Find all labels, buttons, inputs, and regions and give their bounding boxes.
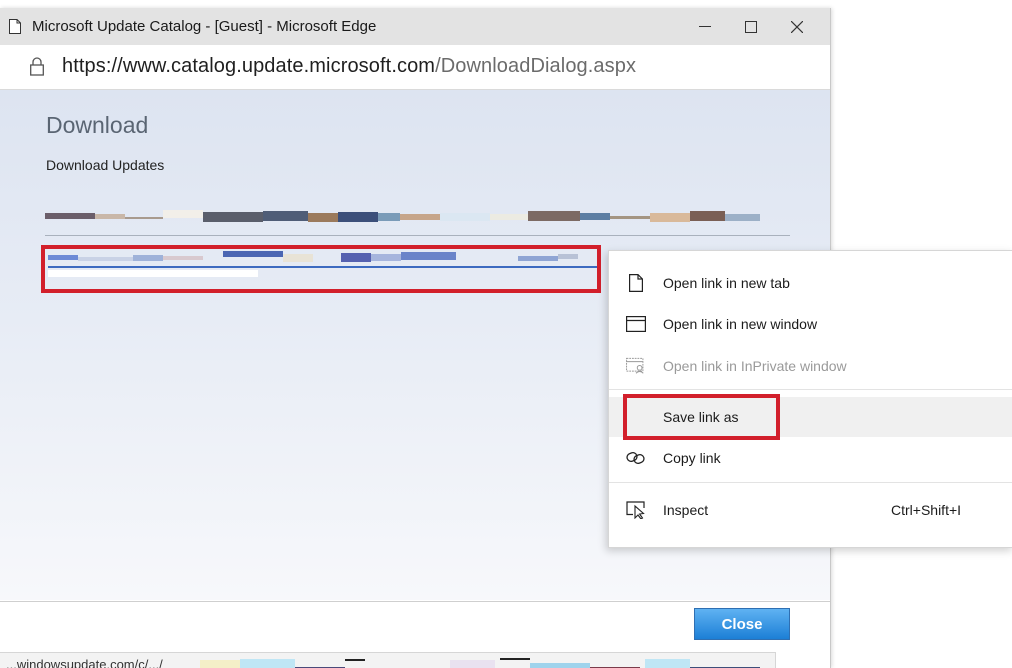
close-icon [791, 20, 803, 33]
menu-item-open-inprivate: Open link in InPrivate window [609, 346, 1012, 386]
close-window-button[interactable] [774, 8, 820, 45]
redacted-status-url [200, 658, 760, 668]
url-host: https://www.catalog.update.microsoft.com [62, 55, 436, 77]
url-text[interactable]: https://www.catalog.update.microsoft.com… [62, 55, 636, 78]
menu-label: Open link in new window [663, 316, 818, 332]
menu-shortcut: Ctrl+Shift+I [891, 502, 962, 518]
new-tab-icon [626, 273, 646, 293]
title-bar: Microsoft Update Catalog - [Guest] - Mic… [0, 8, 830, 45]
maximize-button[interactable] [728, 8, 774, 45]
redacted-update-title [45, 210, 760, 222]
page-icon [9, 19, 21, 34]
window-title: Microsoft Update Catalog - [Guest] - Mic… [32, 18, 377, 35]
menu-item-inspect[interactable]: Inspect Ctrl+Shift+I [609, 490, 1012, 530]
save-link-highlight-box [623, 394, 780, 440]
divider [45, 235, 790, 236]
link-icon [626, 448, 646, 468]
dialog-footer-divider [0, 601, 830, 602]
new-window-icon [626, 314, 646, 334]
address-bar[interactable]: https://www.catalog.update.microsoft.com… [0, 45, 830, 90]
dialog-title: Download [46, 112, 149, 138]
menu-separator [609, 482, 1012, 483]
minimize-icon [699, 25, 711, 27]
status-url: ...windowsupdate.com/c/.../ [6, 657, 163, 668]
link-highlight-box [41, 245, 601, 293]
screenshot: Microsoft Update Catalog - [Guest] - Mic… [0, 0, 1012, 668]
menu-item-open-new-window[interactable]: Open link in new window [609, 304, 1012, 344]
inprivate-window-icon [626, 356, 646, 376]
inspect-icon [626, 500, 646, 520]
menu-label: Copy link [663, 450, 721, 466]
lock-icon [30, 57, 44, 76]
close-button[interactable]: Close [694, 608, 790, 640]
menu-item-open-new-tab[interactable]: Open link in new tab [609, 263, 1012, 303]
menu-label: Inspect [663, 502, 709, 518]
menu-label: Open link in InPrivate window [663, 358, 847, 374]
menu-separator [609, 389, 1012, 390]
status-bar: ...windowsupdate.com/c/.../ [0, 652, 776, 668]
menu-item-copy-link[interactable]: Copy link [609, 438, 1012, 478]
menu-label: Open link in new tab [663, 275, 790, 291]
dialog-subtitle: Download Updates [46, 157, 165, 173]
minimize-button[interactable] [682, 8, 728, 45]
maximize-icon [745, 20, 757, 33]
context-menu: Open link in new tab Open link in new wi… [608, 250, 1012, 548]
url-path: /DownloadDialog.aspx [435, 55, 637, 77]
